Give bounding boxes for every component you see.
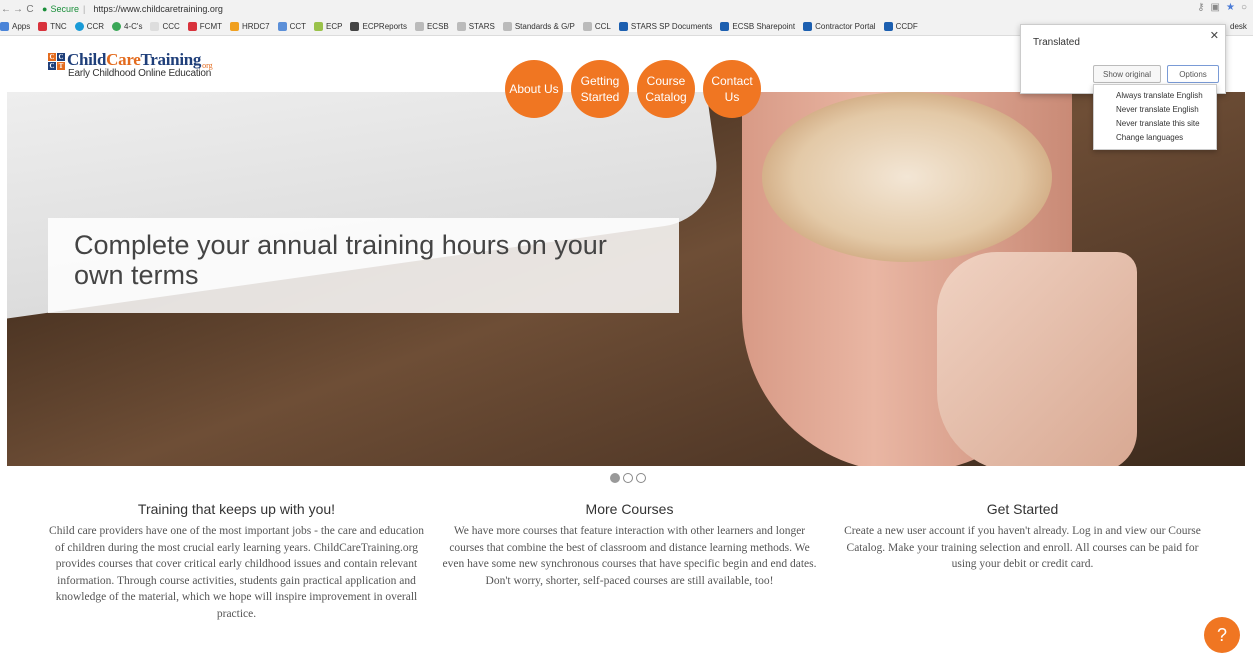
lock-icon: ● [42,4,48,14]
bookmark-item[interactable]: ECPReports [350,22,407,31]
bookmark-icon [350,22,360,31]
browser-actions: ⚷ ▣ ★ ○ [1197,2,1247,13]
bookmark-item[interactable]: FCMT [187,22,222,31]
hero-coffee-image [762,92,1052,262]
bookmark-item[interactable]: STARS SP Documents [618,22,712,31]
browser-toolbar: ← → C ● Secure | https://www.childcaretr… [0,0,1253,18]
feature-text: Create a new user account if you haven't… [844,525,1201,570]
sharepoint-icon [720,22,730,31]
bookmark-icon [112,22,122,31]
logo-subtitle: Early Childhood Online Education [68,68,212,79]
carousel-indicators [610,473,646,483]
bookmark-item[interactable]: CCDF [883,22,918,31]
bookmark-item[interactable]: Apps [0,22,30,31]
bookmark-item[interactable]: ECP [314,22,342,31]
mail-icon [456,22,466,31]
bookmark-item[interactable]: CCT [277,22,306,31]
close-icon[interactable]: ✕ [1210,29,1219,42]
menu-item-never-translate-language[interactable]: Never translate English [1094,103,1216,117]
feature-columns: Training that keeps up with you! Child c… [40,501,1220,622]
url-separator: | [82,4,86,14]
extension-icon[interactable]: ○ [1241,2,1247,13]
apps-icon [0,22,9,31]
heart-icon [38,22,48,31]
bookmark-item[interactable]: CCR [74,22,104,31]
bookmark-item[interactable]: TNC [38,22,67,31]
back-icon[interactable]: ← [0,4,12,15]
translate-options-menu: Always translate English Never translate… [1093,84,1217,150]
bookmark-item[interactable]: desk [1230,22,1247,31]
key-icon[interactable]: ⚷ [1197,2,1204,13]
menu-item-change-languages[interactable]: Change languages [1094,131,1216,145]
bookmark-item[interactable]: ECSB [414,22,449,31]
reload-icon[interactable]: C [24,4,36,15]
options-button[interactable]: Options [1167,65,1219,83]
nav-course-catalog[interactable]: Course Catalog [637,60,695,118]
show-original-button[interactable]: Show original [1093,65,1161,83]
secure-indicator[interactable]: ● Secure [42,4,79,14]
bookmark-item[interactable]: ECSB Sharepoint [720,22,795,31]
mail-icon [414,22,424,31]
feature-text: Child care providers have one of the mos… [49,525,424,620]
carousel-dot[interactable] [623,473,633,483]
secure-label: Secure [50,4,79,14]
menu-item-always-translate[interactable]: Always translate English [1094,89,1216,103]
bookmark-item[interactable]: STARS [456,22,495,31]
translate-icon[interactable]: ▣ [1211,2,1220,13]
logo-name: ChildCareTraining [67,50,202,69]
feature-heading: Get Started [986,501,1059,517]
bookmark-icon [74,22,84,31]
hero-caption: Complete your annual training hours on y… [48,218,679,313]
bookmark-item[interactable]: HRDC7 [230,22,270,31]
bookmark-icon [230,22,240,31]
help-button[interactable]: ? [1204,617,1240,653]
feature-column: Training that keeps up with you! Child c… [40,501,433,622]
bookmark-icon [314,22,324,31]
feature-heading: Training that keeps up with you! [137,501,336,517]
feature-heading: More Courses [585,501,674,517]
sharepoint-icon [803,22,813,31]
bookmark-icon [187,22,197,31]
mail-icon [502,22,512,31]
sharepoint-icon [883,22,893,31]
bookmark-item[interactable]: CCL [582,22,611,31]
forward-icon[interactable]: → [12,4,24,15]
feature-column: Get Started Create a new user account if… [826,501,1219,622]
nav-getting-started[interactable]: Getting Started [571,60,629,118]
address-bar[interactable]: https://www.childcaretraining.org [93,4,223,14]
sharepoint-icon [618,22,628,31]
bookmark-item[interactable]: CCC [150,22,180,31]
feature-column: More Courses We have more courses that f… [433,501,826,622]
carousel-dot[interactable] [636,473,646,483]
logo-mark: C C C T [48,53,65,70]
menu-item-never-translate-site[interactable]: Never translate this site [1094,117,1216,131]
bookmark-item[interactable]: Contractor Portal [803,22,876,31]
feature-text: We have more courses that feature intera… [442,525,817,587]
hero-hand-image [937,252,1137,466]
mail-icon [582,22,592,31]
page-icon [150,22,160,31]
nav-contact-us[interactable]: Contact Us [703,60,761,118]
carousel-dot[interactable] [610,473,620,483]
bookmark-icon [277,22,287,31]
translate-title: Translated [1033,37,1080,48]
site-logo[interactable]: C C C T ChildCareTraining org Early Chil… [48,50,213,79]
bookmark-item[interactable]: Standards & G/P [502,22,575,31]
bookmark-item[interactable]: 4-C's [112,22,142,31]
nav-about-us[interactable]: About Us [505,60,563,118]
hero-caption-text: Complete your annual training hours on y… [74,230,607,290]
bookmark-star-icon[interactable]: ★ [1226,2,1235,13]
